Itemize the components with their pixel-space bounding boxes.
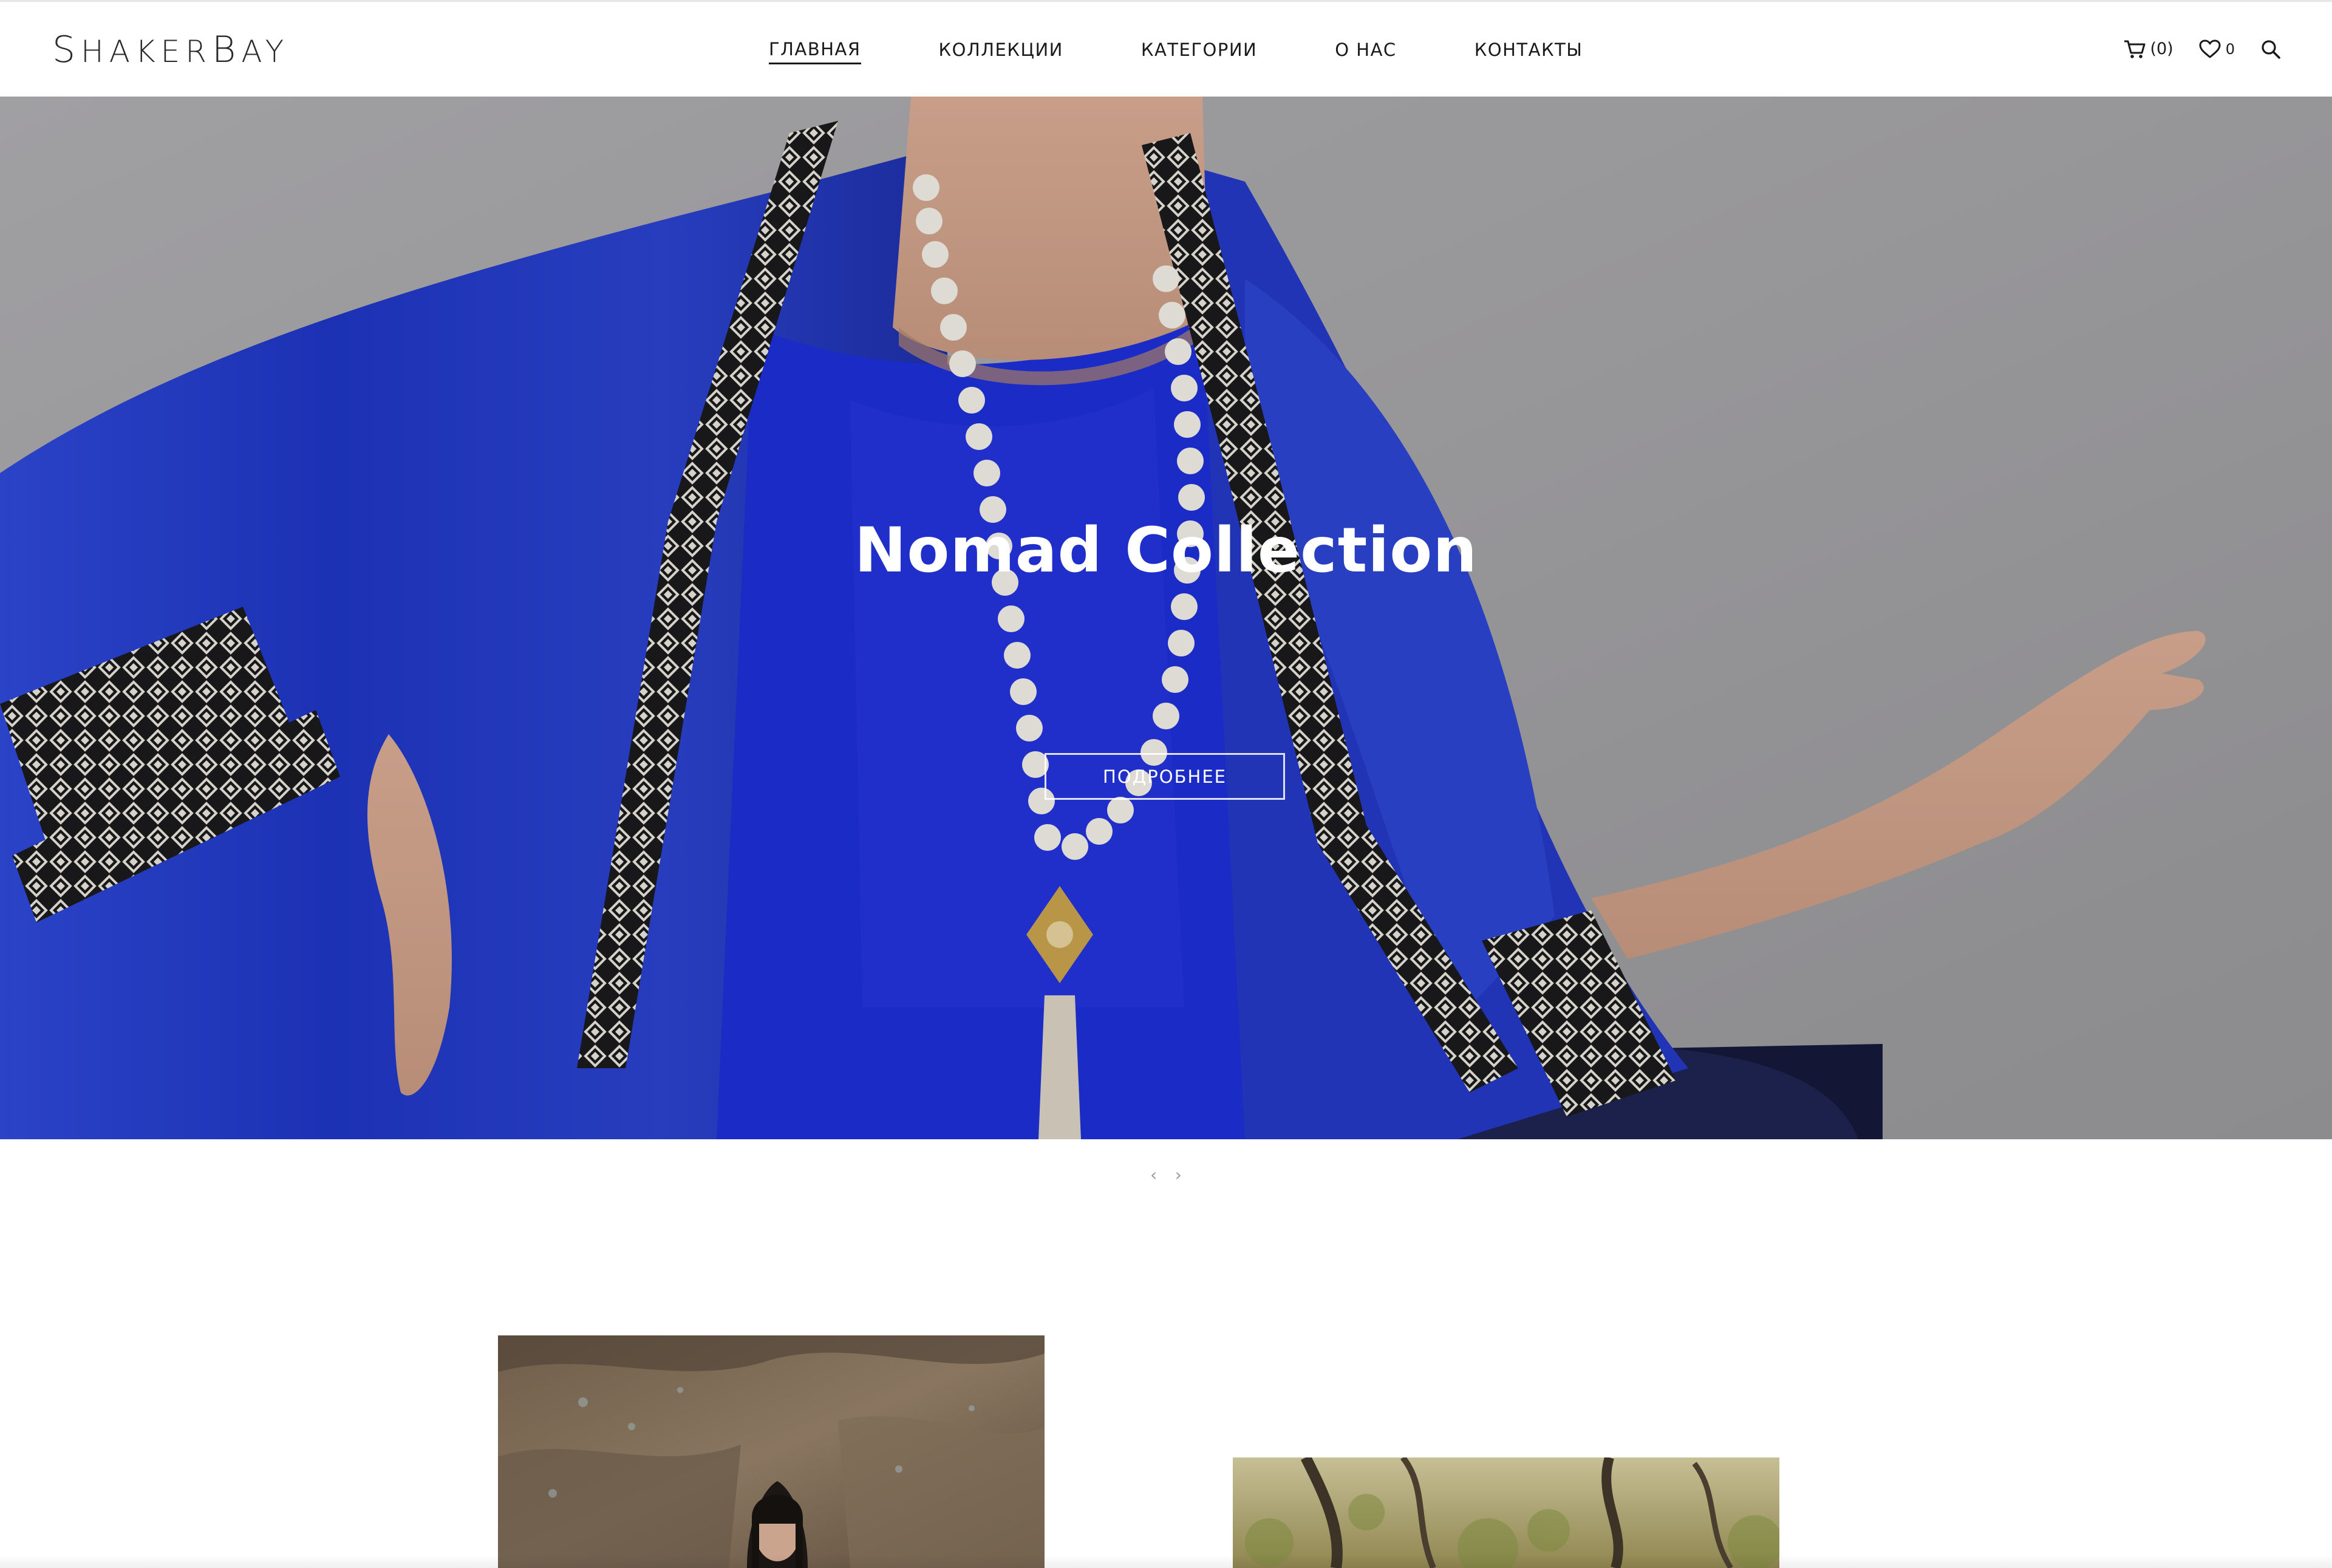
rock-photo [498,1335,1045,1568]
hero-image [0,97,2332,1139]
forest-photo [1233,1457,1779,1568]
nav-item-home[interactable]: ГЛАВНАЯ [769,38,861,64]
cart-icon [2123,39,2146,60]
heart-icon [2199,39,2221,59]
viewport-bottom-shadow [0,1555,2332,1568]
header-tools: (0) 0 [2123,35,2281,63]
site-header: SHAKERBAY ГЛАВНАЯ КОЛЛЕКЦИИ КАТЕГОРИИ О … [0,0,2332,97]
hero-slider: Nomad Collection ПОДРОБНЕЕ [0,97,2332,1139]
nav-item-collections[interactable]: КОЛЛЕКЦИИ [939,39,1063,63]
wishlist-count: 0 [2225,41,2235,58]
nav-item-about[interactable]: О НАС [1335,39,1396,63]
slider-controls: ‹ › [1150,1165,1182,1185]
slider-prev-arrow[interactable]: ‹ [1150,1165,1157,1185]
cart-count: (0) [2150,39,2173,58]
main-nav: ГЛАВНАЯ КОЛЛЕКЦИИ КАТЕГОРИИ О НАС КОНТАК… [769,36,1583,66]
brand-logo[interactable]: SHAKERBAY [52,32,289,69]
slider-next-arrow[interactable]: › [1175,1165,1182,1185]
nav-item-contacts[interactable]: КОНТАКТЫ [1475,39,1583,63]
hero-title: Nomad Collection [854,514,1478,587]
search-button[interactable] [2260,39,2281,60]
hero-more-button[interactable]: ПОДРОБНЕЕ [1045,753,1285,800]
collection-card-image[interactable] [498,1335,1045,1568]
collection-card-image-2[interactable] [1233,1457,1779,1568]
search-icon [2260,39,2281,60]
nav-item-categories[interactable]: КАТЕГОРИИ [1141,39,1257,63]
cart-button[interactable]: (0) [2123,39,2173,60]
wishlist-button[interactable]: 0 [2199,39,2235,59]
